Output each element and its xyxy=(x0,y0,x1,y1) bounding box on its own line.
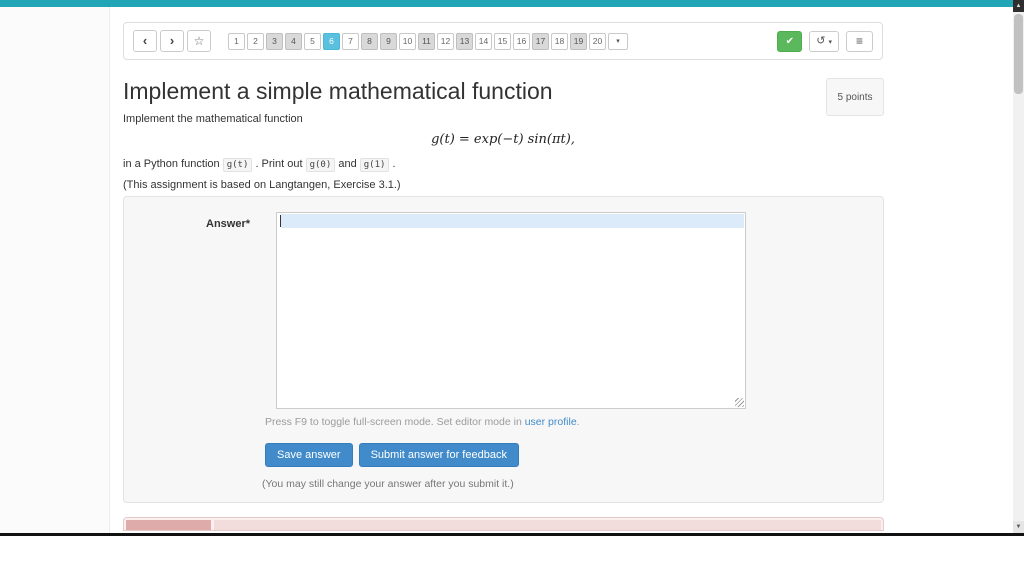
page-button-6[interactable]: 6 xyxy=(323,32,340,50)
page-button-2[interactable]: 2 xyxy=(247,32,264,50)
page-button-19[interactable]: 19 xyxy=(570,32,587,50)
top-accent-bar xyxy=(0,0,1024,7)
page-title: Implement a simple mathematical function xyxy=(123,78,553,104)
window-bottom-edge xyxy=(0,533,1024,536)
points-badge: 5 points xyxy=(826,78,884,116)
main-content: ‹ › ☆ 1 2 3 4 5 6 7 8 9 10 11 12 13 14 15 16 17 18 19 20 ▾ ✔… xyxy=(110,7,1013,533)
resize-handle-icon[interactable] xyxy=(735,398,744,407)
star-button[interactable]: ☆ xyxy=(187,30,211,52)
toolbar-right-group: ✔ ↺ ▾ ≡ xyxy=(777,30,873,52)
page-button-18[interactable]: 18 xyxy=(551,32,568,50)
page-button-1[interactable]: 1 xyxy=(228,32,245,50)
task-text-end: . xyxy=(392,158,396,170)
editor-hint: Press F9 to toggle full-screen mode. Set… xyxy=(265,416,580,428)
question-toolbar: ‹ › ☆ 1 2 3 4 5 6 7 8 9 10 11 12 13 14 15 16 17 18 19 20 ▾ ✔… xyxy=(123,22,883,60)
next-question-button[interactable]: › xyxy=(160,30,184,52)
menu-button[interactable]: ≡ xyxy=(846,30,873,52)
save-answer-button[interactable]: Save answer xyxy=(265,443,353,467)
page-dropdown-button[interactable]: ▾ xyxy=(608,32,628,50)
page-button-20[interactable]: 20 xyxy=(589,32,606,50)
next-section-panel[interactable] xyxy=(123,517,884,531)
note-text: (This assignment is based on Langtangen,… xyxy=(123,179,401,191)
editor-hint-text: Press F9 to toggle full-screen mode. Set… xyxy=(265,416,522,428)
next-section-tab xyxy=(126,520,211,530)
submit-answer-button[interactable]: Submit answer for feedback xyxy=(358,443,519,467)
page-button-13[interactable]: 13 xyxy=(456,32,473,50)
answer-label: Answer* xyxy=(206,218,251,230)
task-text-mid1: . Print out xyxy=(255,158,303,170)
page-button-17[interactable]: 17 xyxy=(532,32,549,50)
intro-text: Implement the mathematical function xyxy=(123,113,303,125)
page-button-12[interactable]: 12 xyxy=(437,32,454,50)
task-text-pre: in a Python function xyxy=(123,158,220,170)
pagination: 1 2 3 4 5 6 7 8 9 10 11 12 13 14 15 16 17 18 19 20 ▾ xyxy=(228,32,628,50)
left-gutter xyxy=(0,7,110,533)
task-text: in a Python function g(t) . Print out g(… xyxy=(123,158,396,172)
undo-icon: ↺ xyxy=(816,34,826,47)
page-button-11[interactable]: 11 xyxy=(418,32,435,50)
editor-cursor xyxy=(280,215,281,227)
prev-question-button[interactable]: ‹ xyxy=(133,30,157,52)
page-button-4[interactable]: 4 xyxy=(285,32,302,50)
undo-dropdown-button[interactable]: ↺ ▾ xyxy=(809,30,839,52)
editor-active-line xyxy=(281,214,744,228)
math-formula: g(t) = exp(−t) sin(πt), xyxy=(431,132,575,147)
page-button-15[interactable]: 15 xyxy=(494,32,511,50)
check-button[interactable]: ✔ xyxy=(777,30,803,52)
page-button-7[interactable]: 7 xyxy=(342,32,359,50)
screen: ‹ › ☆ 1 2 3 4 5 6 7 8 9 10 11 12 13 14 15 16 17 18 19 20 ▾ ✔… xyxy=(0,0,1024,576)
caret-down-icon: ▾ xyxy=(828,38,832,46)
toolbar-left-group: ‹ › ☆ 1 2 3 4 5 6 7 8 9 10 11 12 13 14 15 16 17 18 19 20 ▾ xyxy=(133,30,628,52)
page-button-8[interactable]: 8 xyxy=(361,32,378,50)
inline-code-g1: g(1) xyxy=(359,158,390,172)
scrollbar-down-button[interactable]: ▼ xyxy=(1013,521,1024,533)
page-button-9[interactable]: 9 xyxy=(380,32,397,50)
page-button-16[interactable]: 16 xyxy=(513,32,530,50)
scrollbar-thumb[interactable] xyxy=(1014,14,1023,94)
answer-footnote: (You may still change your answer after … xyxy=(262,478,514,490)
inline-code-g0: g(0) xyxy=(305,158,336,172)
scrollbar-up-button[interactable]: ▲ xyxy=(1013,0,1024,12)
next-section-header xyxy=(214,520,881,530)
user-profile-link[interactable]: user profile xyxy=(525,416,577,428)
page-button-14[interactable]: 14 xyxy=(475,32,492,50)
page-button-5[interactable]: 5 xyxy=(304,32,321,50)
page-button-3[interactable]: 3 xyxy=(266,32,283,50)
page-button-10[interactable]: 10 xyxy=(399,32,416,50)
answer-editor[interactable] xyxy=(276,212,746,409)
answer-panel: Answer* Press F9 to toggle full-screen m… xyxy=(123,196,884,503)
answer-buttons: Save answer Submit answer for feedback xyxy=(265,443,519,467)
scrollbar: ▲ ▼ xyxy=(1013,0,1024,533)
editor-hint-end: . xyxy=(576,416,580,428)
task-text-mid2: and xyxy=(338,158,357,170)
inline-code-gt: g(t) xyxy=(222,158,253,172)
